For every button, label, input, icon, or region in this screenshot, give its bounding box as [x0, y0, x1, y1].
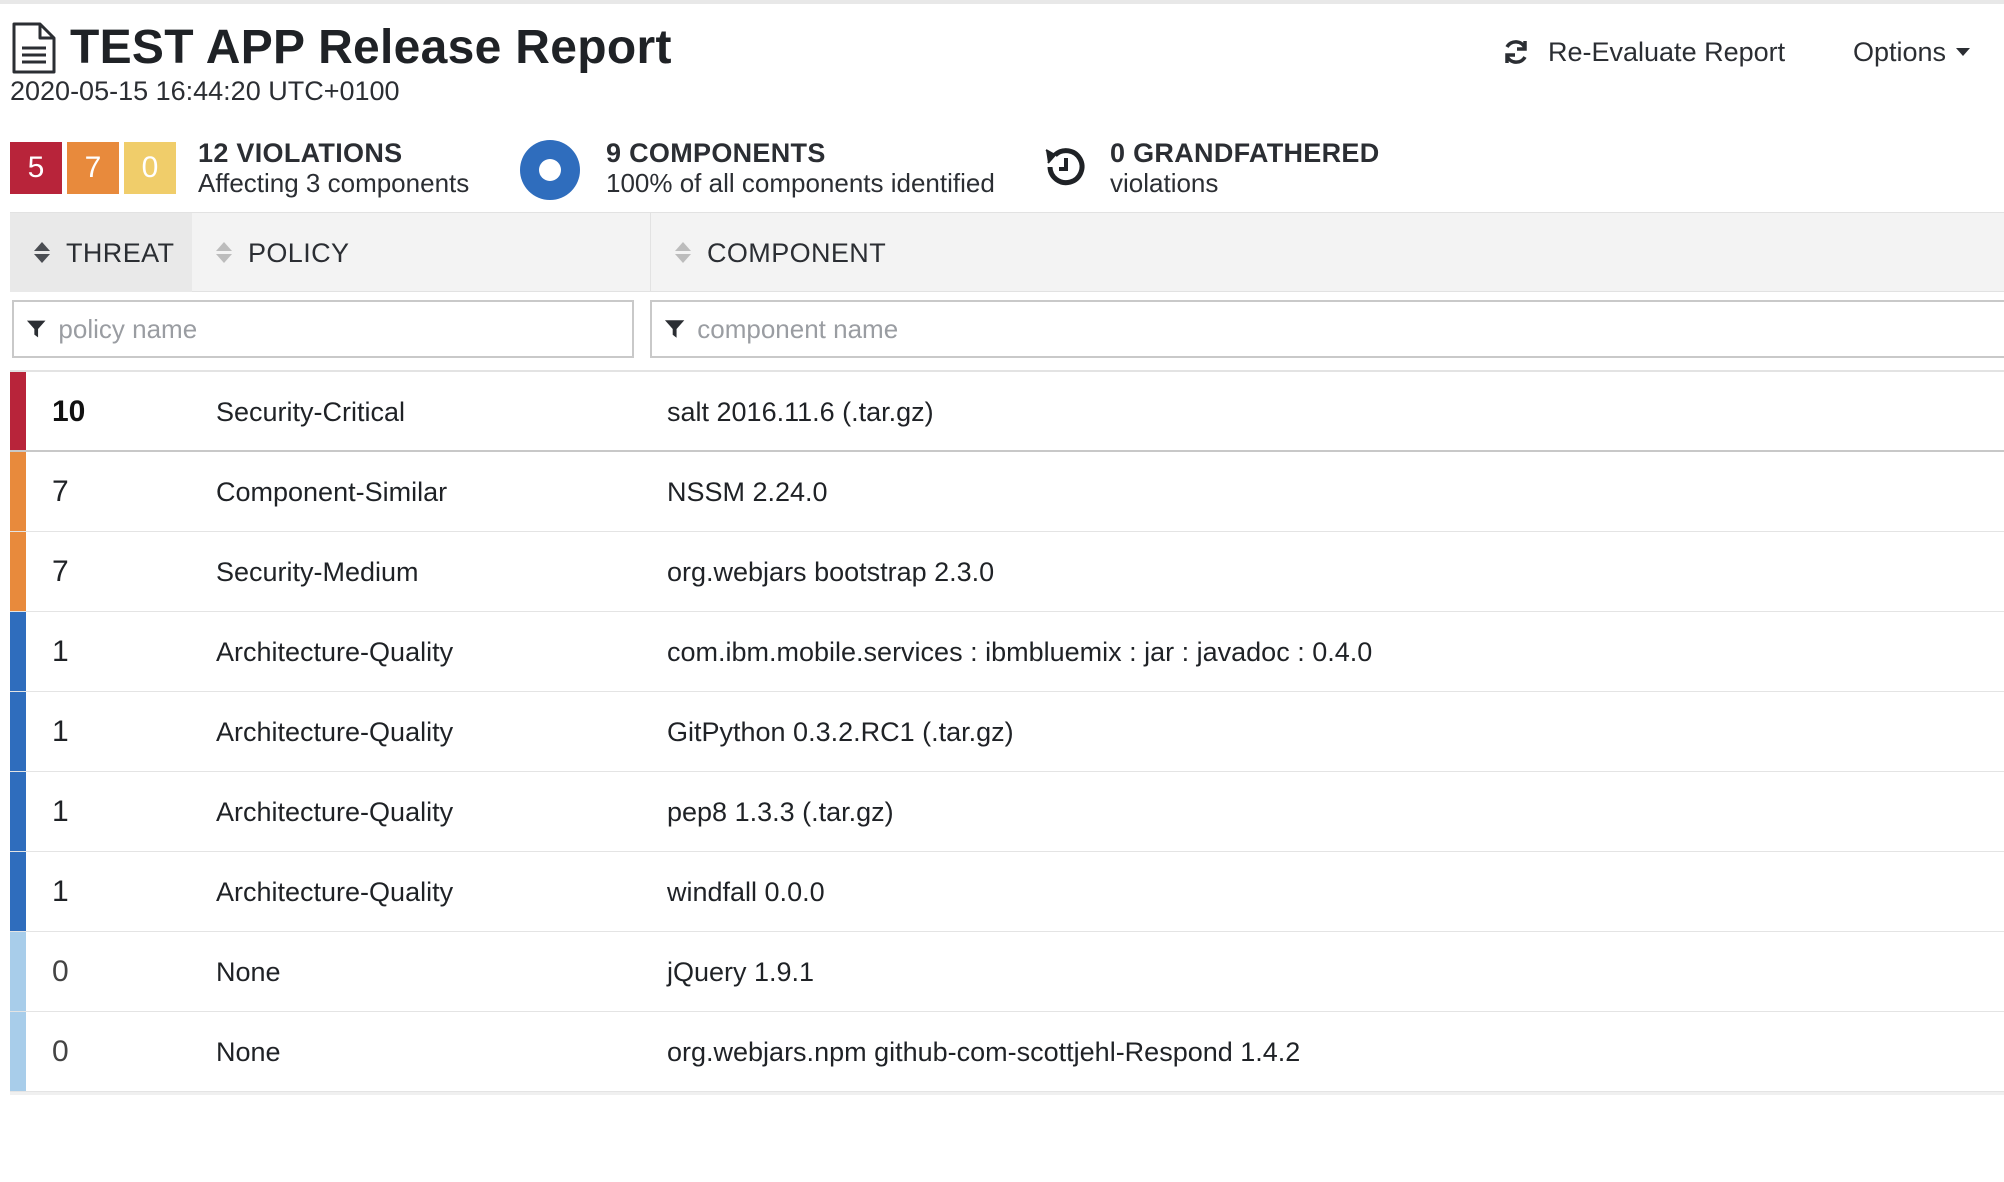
policy-name: Architecture-Quality [216, 876, 454, 907]
column-label-component: COMPONENT [707, 237, 887, 268]
caret-down-icon [1956, 48, 1971, 56]
report-timestamp: 2020-05-15 16:44:20 UTC+0100 [10, 76, 400, 106]
grandfathered-subtitle: violations [1110, 168, 1219, 198]
report-header: TEST APP Release Report 2020-05-15 16:44… [10, 18, 2000, 108]
table-header: THREAT POLICY COMPONENT [10, 212, 2004, 293]
column-header-component[interactable]: COMPONENT [651, 213, 2004, 293]
component-filter[interactable] [650, 300, 2004, 358]
policy-name: Security-Critical [216, 396, 406, 427]
threat-score: 0 [52, 1035, 69, 1068]
policy-name: None [216, 956, 281, 987]
violations-subtitle: Affecting 3 components [198, 168, 470, 198]
filter-row [10, 292, 2004, 370]
filter-funnel-icon [664, 320, 685, 338]
violations-table: THREAT POLICY COMPONENT policy name comp… [10, 212, 2004, 1095]
violations-title: 12 VIOLATIONS [198, 138, 403, 168]
sort-icon [34, 241, 50, 265]
filter-funnel-icon [26, 320, 46, 338]
table-body: 10 Security-Critical salt 2016.11.6 (.tar.… [10, 370, 2004, 1092]
policy-name: None [216, 1036, 281, 1067]
policy-filter[interactable] [12, 300, 634, 358]
threat-level-bar [10, 772, 26, 851]
policy-name: Architecture-Quality [216, 796, 454, 827]
release-report-page: TEST APP Release Report 2020-05-15 16:44… [0, 0, 2004, 1182]
refresh-icon [1505, 40, 1527, 64]
component-name: windfall 0.0.0 [667, 876, 825, 907]
history-icon [1045, 148, 1085, 186]
threat-score: 1 [52, 715, 69, 748]
threat-level-bar [10, 532, 26, 611]
threat-score: 1 [52, 875, 69, 908]
threat-level-bar [10, 452, 26, 531]
options-label: Options [1853, 36, 1947, 67]
page-title: TEST APP Release Report [70, 21, 672, 74]
policy-name: Component-Similar [216, 476, 448, 507]
components-ring-icon [520, 140, 580, 200]
component-name: jQuery 1.9.1 [667, 956, 815, 987]
table-row[interactable]: 0 None jQuery 1.9.1 [10, 932, 2004, 1012]
threat-score: 7 [52, 555, 69, 588]
document-icon [12, 22, 56, 74]
table-row[interactable]: 1 Architecture-Quality windfall 0.0.0 [10, 852, 2004, 932]
top-divider [0, 0, 2004, 4]
policy-name: Security-Medium [216, 556, 419, 587]
threat-level-bar [10, 692, 26, 771]
threat-score: 10 [52, 395, 86, 428]
policy-name-input[interactable] [58, 313, 632, 345]
threat-level-bar [10, 1012, 26, 1091]
table-row[interactable]: 1 Architecture-Quality GitPython 0.3.2.RC1… [10, 692, 2004, 772]
threat-score: 1 [52, 635, 69, 668]
component-name: NSSM 2.24.0 [667, 476, 828, 507]
component-name: pep8 1.3.3 (.tar.gz) [667, 796, 894, 827]
table-row[interactable]: 0 None org.webjars.npm github-com-scottjeh… [10, 1012, 2004, 1092]
threat-score: 0 [52, 955, 69, 988]
table-bottom-edge [10, 1092, 2004, 1095]
threat-score: 1 [52, 795, 69, 828]
component-name: salt 2016.11.6 (.tar.gz) [667, 396, 934, 427]
threat-level-bar [10, 852, 26, 931]
sort-icon [216, 241, 232, 265]
re-evaluate-label: Re-Evaluate Report [1548, 36, 1786, 67]
table-row[interactable]: 1 Architecture-Quality pep8 1.3.3 (.tar.gz… [10, 772, 2004, 852]
table-row[interactable]: 7 Component-Similar NSSM 2.24.0 [10, 452, 2004, 532]
column-label-threat: THREAT [66, 237, 175, 268]
options-dropdown[interactable]: Options [1853, 32, 1971, 72]
policy-name: Architecture-Quality [216, 636, 454, 667]
table-row[interactable]: 1 Architecture-Quality com.ibm.mobile.serv… [10, 612, 2004, 692]
sort-icon [675, 241, 691, 265]
component-name: org.webjars.npm github-com-scottjehl-Res… [667, 1036, 1301, 1067]
column-label-policy: POLICY [248, 237, 350, 268]
policy-name: Architecture-Quality [216, 716, 454, 747]
components-title: 9 COMPONENTS [606, 138, 826, 168]
report-summary: 5 7 0 12 VIOLATIONS Affecting 3 componen… [10, 138, 2000, 210]
grandfathered-title: 0 GRANDFATHERED [1110, 138, 1380, 168]
critical-count-badge[interactable]: 5 [10, 142, 62, 194]
component-name: com.ibm.mobile.services : ibmbluemix : j… [667, 636, 1373, 667]
table-row[interactable]: 10 Security-Critical salt 2016.11.6 (.tar.… [10, 372, 2004, 452]
severe-count-badge[interactable]: 7 [67, 142, 119, 194]
threat-level-bar [10, 372, 26, 450]
column-header-threat[interactable]: THREAT [10, 213, 192, 293]
threat-level-bar [10, 932, 26, 1011]
re-evaluate-report-button[interactable]: Re-Evaluate Report [1500, 32, 1785, 72]
column-header-policy[interactable]: POLICY [192, 213, 650, 293]
moderate-count-badge[interactable]: 0 [124, 142, 176, 194]
threat-level-bar [10, 612, 26, 691]
component-name-input[interactable] [697, 313, 2004, 345]
component-name: GitPython 0.3.2.RC1 (.tar.gz) [667, 716, 1014, 747]
component-name: org.webjars bootstrap 2.3.0 [667, 556, 995, 587]
components-subtitle: 100% of all components identified [606, 168, 995, 198]
threat-score: 7 [52, 475, 69, 508]
table-row[interactable]: 7 Security-Medium org.webjars bootstrap 2.… [10, 532, 2004, 612]
